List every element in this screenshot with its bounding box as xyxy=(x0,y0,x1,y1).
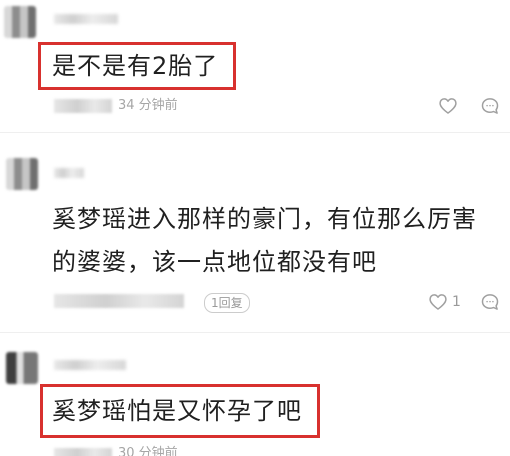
commenter-info-blurred xyxy=(54,294,184,308)
reply-icon[interactable] xyxy=(480,292,500,312)
commenter-info-blurred xyxy=(54,448,112,456)
like-icon[interactable] xyxy=(428,292,448,312)
divider xyxy=(0,332,510,333)
commenter-name-blurred[interactable] xyxy=(54,14,118,24)
comment-time: 34 分钟前 xyxy=(118,98,178,113)
comment-text-line-2: 的婆婆，该一点地位都没有吧 xyxy=(52,248,377,276)
commenter-info-blurred xyxy=(54,99,112,113)
like-count: 1 xyxy=(452,294,461,310)
like-icon[interactable] xyxy=(438,96,458,116)
commenter-avatar[interactable] xyxy=(6,158,38,190)
commenter-name-blurred[interactable] xyxy=(54,168,84,178)
comments-screen: 是不是有2胎了 34 分钟前 奚梦瑶进入那样的豪门，有位那么厉害 的婆婆，该一点… xyxy=(0,0,510,456)
reply-icon[interactable] xyxy=(480,96,500,116)
comment-time: 30 分钟前 xyxy=(118,446,178,456)
reply-count-button[interactable]: 1回复 xyxy=(204,293,250,313)
commenter-avatar[interactable] xyxy=(6,352,38,384)
commenter-name-blurred[interactable] xyxy=(54,360,126,370)
comment-text-line-1: 奚梦瑶进入那样的豪门，有位那么厉害 xyxy=(52,205,477,233)
divider xyxy=(0,132,510,133)
commenter-avatar[interactable] xyxy=(4,6,36,38)
comment-text: 是不是有2胎了 xyxy=(52,52,219,80)
comment-text: 奚梦瑶怕是又怀孕了吧 xyxy=(52,397,302,425)
